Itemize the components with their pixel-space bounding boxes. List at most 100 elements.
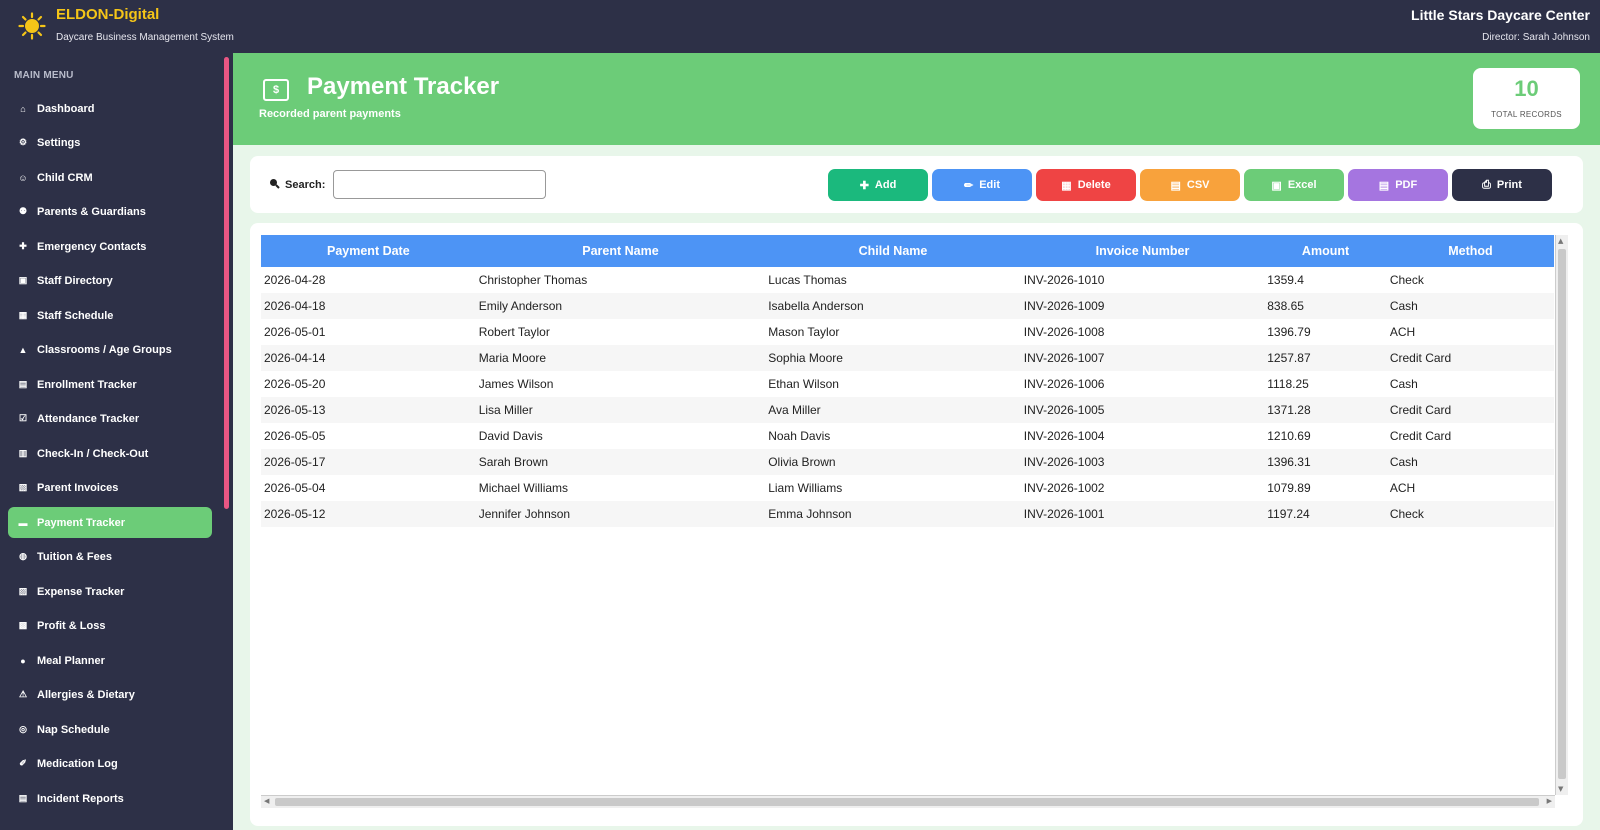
table-cell: 1197.24 — [1267, 507, 1310, 521]
table-cell: 838.65 — [1267, 299, 1304, 313]
table-cell: Olivia Brown — [768, 455, 836, 469]
vertical-scrollbar[interactable]: ▲ ▼ — [1555, 235, 1568, 795]
table-row[interactable]: 2026-05-05 David Davis Noah Davis INV-2026-… — [261, 423, 1554, 449]
table-cell: ACH — [1389, 481, 1416, 495]
sidebar-item-profit-loss[interactable]: ▩ Profit & Loss — [8, 610, 212, 641]
sidebar-item-label: Classrooms / Age Groups — [37, 343, 172, 356]
pdf-button[interactable]: ▤ PDF — [1348, 169, 1448, 201]
brand-subtitle: Daycare Business Management System — [56, 32, 234, 43]
table-row[interactable]: 2026-05-20 James Wilson Ethan Wilson INV-20… — [261, 371, 1554, 397]
page-subtitle: Recorded parent payments — [259, 108, 401, 120]
scroll-left-arrow-icon[interactable]: ◀ — [264, 797, 269, 805]
table-row[interactable]: 2026-05-17 Sarah Brown Olivia Brown INV-202… — [261, 449, 1554, 475]
sidebar-item-enrollment-tracker[interactable]: ▤ Enrollment Tracker — [8, 369, 212, 400]
column-header-method[interactable]: Method — [1386, 235, 1554, 267]
sidebar-item-meal-planner[interactable]: ● Meal Planner — [8, 645, 212, 676]
delete-button[interactable]: ▦ Delete — [1036, 169, 1136, 201]
main-menu-title: MAIN MENU — [14, 70, 74, 81]
table-cell: 1257.87 — [1267, 351, 1311, 365]
sidebar-item-classrooms-age-groups[interactable]: ▲ Classrooms / Age Groups — [8, 334, 212, 365]
enrollment-icon: ▤ — [18, 379, 28, 389]
search-label: Search: — [269, 178, 325, 192]
sidebar-item-nap-schedule[interactable]: ◎ Nap Schedule — [8, 714, 212, 745]
sidebar-item-label: Emergency Contacts — [37, 240, 147, 253]
horizontal-scrollbar[interactable]: ◀ ▶ — [261, 795, 1555, 808]
table-cell: 1079.89 — [1267, 481, 1311, 495]
column-header-amount[interactable]: Amount — [1264, 235, 1387, 267]
table-cell: Check — [1389, 507, 1424, 521]
sidebar-item-label: Dashboard — [37, 102, 95, 115]
column-header-payment-date[interactable]: Payment Date — [261, 235, 476, 267]
scroll-up-arrow-icon[interactable]: ▲ — [1558, 237, 1563, 245]
print-button[interactable]: ⎙ Print — [1452, 169, 1552, 201]
table-cell: Sophia Moore — [768, 351, 843, 365]
table-row[interactable]: 2026-05-12 Jennifer Johnson Emma Johnson IN… — [261, 501, 1554, 527]
sidebar-item-tuition-fees[interactable]: ◍ Tuition & Fees — [8, 541, 212, 572]
sidebar-item-attendance-tracker[interactable]: ☑ Attendance Tracker — [8, 403, 212, 434]
table-row[interactable]: 2026-04-28 Christopher Thomas Lucas Thomas… — [261, 267, 1554, 293]
excel-button[interactable]: ▣ Excel — [1244, 169, 1344, 201]
sidebar-scrollbar[interactable] — [224, 57, 229, 509]
sidebar-item-child-crm[interactable]: ☺ Child CRM — [8, 162, 212, 193]
table-cell: Ethan Wilson — [768, 377, 839, 391]
table-row[interactable]: 2026-05-13 Lisa Miller Ava Miller INV-2026-… — [261, 397, 1554, 423]
column-header-child-name[interactable]: Child Name — [765, 235, 1021, 267]
table-cell: 1371.28 — [1267, 403, 1311, 417]
button-label: Print — [1496, 179, 1522, 191]
sidebar-item-incident-reports[interactable]: ▤ Incident Reports — [8, 783, 212, 814]
table-row[interactable]: 2026-04-18 Emily Anderson Isabella Anderso… — [261, 293, 1554, 319]
total-records-count: 10 — [1514, 76, 1539, 101]
sidebar-item-emergency-contacts[interactable]: ✚ Emergency Contacts — [8, 231, 212, 262]
horizontal-scroll-thumb[interactable] — [275, 798, 1539, 806]
child-icon: ☺ — [18, 172, 28, 183]
table-cell: 2026-05-04 — [264, 481, 326, 495]
table-cell: Liam Williams — [768, 481, 843, 495]
sidebar-item-parents-guardians[interactable]: ⚉ Parents & Guardians — [8, 196, 212, 227]
sidebar-item-expense-tracker[interactable]: ▨ Expense Tracker — [8, 576, 212, 607]
table-cell: 2026-05-12 — [264, 507, 326, 521]
sidebar-item-parent-invoices[interactable]: ▧ Parent Invoices — [8, 472, 212, 503]
sidebar-item-label: Meal Planner — [37, 654, 105, 667]
scroll-right-arrow-icon[interactable]: ▶ — [1547, 797, 1552, 805]
add-button[interactable]: ✚ Add — [828, 169, 928, 201]
sidebar-item-settings[interactable]: ⚙ Settings — [8, 127, 212, 158]
payments-table: Payment Date Parent Name Child Name Invoice… — [261, 235, 1554, 527]
sidebar-item-dashboard[interactable]: ⌂ Dashboard — [8, 93, 212, 124]
table-header-row: Payment Date Parent Name Child Name Invoice… — [261, 235, 1554, 267]
table-row[interactable]: 2026-04-14 Maria Moore Sophia Moore INV-202… — [261, 345, 1554, 371]
sidebar-item-medication-log[interactable]: ✐ Medication Log — [8, 748, 212, 779]
column-header-parent-name[interactable]: Parent Name — [475, 235, 766, 267]
brand-name: ELDON-Digital — [56, 6, 160, 23]
warning-icon: ⚠ — [18, 689, 28, 699]
table-cell: ACH — [1389, 325, 1416, 339]
table-cell: Sarah Brown — [478, 455, 549, 469]
sidebar-item-label: Incident Reports — [37, 792, 124, 805]
sidebar-item-check-in-check-out[interactable]: ▥ Check-In / Check-Out — [8, 438, 212, 469]
table-cell: 1118.25 — [1267, 377, 1309, 391]
chart-icon: ▩ — [18, 620, 28, 630]
table-cell: 2026-04-14 — [264, 351, 326, 365]
table-cell: 2026-04-28 — [264, 273, 326, 287]
table-cell: INV-2026-1005 — [1023, 403, 1105, 417]
table-cell: Lucas Thomas — [768, 273, 847, 287]
excel-icon: ▣ — [1271, 179, 1282, 192]
csv-button[interactable]: ▤ CSV — [1140, 169, 1240, 201]
sidebar-item-staff-directory[interactable]: ▣ Staff Directory — [8, 265, 212, 296]
table-cell: INV-2026-1006 — [1023, 377, 1105, 391]
edit-button[interactable]: ✏ Edit — [932, 169, 1032, 201]
sidebar-item-label: Parents & Guardians — [37, 205, 146, 218]
button-label: Delete — [1077, 179, 1111, 191]
search-input[interactable] — [333, 170, 546, 199]
button-label: Edit — [979, 179, 1000, 191]
sidebar-item-payment-tracker[interactable]: ▬ Payment Tracker — [8, 507, 212, 538]
payment-icon: ▬ — [18, 517, 28, 528]
vertical-scroll-thumb[interactable] — [1558, 249, 1566, 779]
table-row[interactable]: 2026-05-01 Robert Taylor Mason Taylor INV-2… — [261, 319, 1554, 345]
scroll-down-arrow-icon[interactable]: ▼ — [1558, 785, 1563, 793]
money-bag-icon: ◍ — [19, 551, 27, 561]
table-row[interactable]: 2026-05-04 Michael Williams Liam Williams I… — [261, 475, 1554, 501]
sidebar-item-allergies-dietary[interactable]: ⚠ Allergies & Dietary — [8, 679, 212, 710]
receipt-icon: ▨ — [18, 586, 28, 596]
column-header-invoice-number[interactable]: Invoice Number — [1020, 235, 1265, 267]
sidebar-item-staff-schedule[interactable]: ▦ Staff Schedule — [8, 300, 212, 331]
